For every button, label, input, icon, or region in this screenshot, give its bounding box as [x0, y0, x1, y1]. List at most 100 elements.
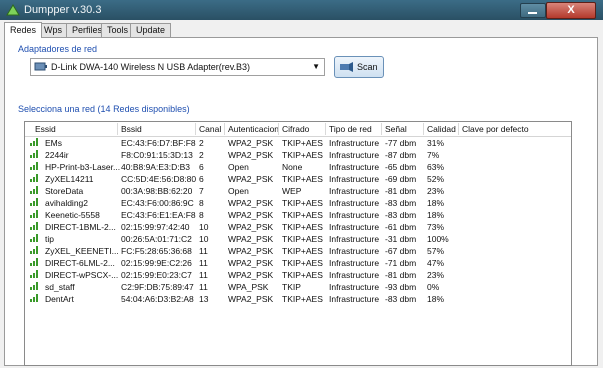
cell-auth: Open: [228, 162, 249, 172]
close-button[interactable]: X: [546, 2, 596, 19]
cell-senal: -81 dbm: [385, 270, 417, 280]
cell-canal: 2: [199, 138, 204, 148]
table-row[interactable]: StoreData 00:3A:98:BB:62:20 7 Open WEP I…: [25, 185, 571, 197]
window-title: Dumpper v.30.3: [24, 4, 102, 16]
col-cifrado[interactable]: Cifrado: [282, 124, 309, 134]
cell-cifrado: TKIP+AES: [282, 246, 323, 256]
cell-cifrado: TKIP+AES: [282, 210, 323, 220]
cell-tipo: Infrastructure: [329, 234, 380, 244]
cell-cifrado: TKIP+AES: [282, 294, 323, 304]
col-essid[interactable]: Essid: [35, 124, 56, 134]
signal-icon: [30, 294, 40, 302]
cell-bssid: 00:26:5A:01:71:C2: [121, 234, 192, 244]
scan-button[interactable]: Scan: [334, 56, 384, 78]
cell-calidad: 100%: [427, 234, 449, 244]
cell-senal: -69 dbm: [385, 174, 417, 184]
table-row[interactable]: DIRECT-wPSCX-... 02:15:99:E0:23:C7 11 WP…: [25, 269, 571, 281]
networks-label: Selecciona una red (14 Redes disponibles…: [18, 104, 190, 114]
col-calidad[interactable]: Calidad: [427, 124, 456, 134]
table-row[interactable]: ZyXEL14211 CC:5D:4E:56:D8:80 6 WPA2_PSK …: [25, 173, 571, 185]
cell-tipo: Infrastructure: [329, 210, 380, 220]
cell-auth: WPA2_PSK: [228, 138, 274, 148]
signal-icon: [30, 186, 40, 194]
cell-senal: -71 dbm: [385, 258, 417, 268]
title-bar: Dumpper v.30.3 X: [0, 0, 603, 20]
cell-auth: WPA2_PSK: [228, 150, 274, 160]
minimize-button[interactable]: [520, 3, 546, 18]
cell-tipo: Infrastructure: [329, 162, 380, 172]
table-row[interactable]: HP-Print-b3-Laser... 40:B8:9A:E3:D:B3 6 …: [25, 161, 571, 173]
cell-essid: avihalding2: [45, 198, 89, 208]
cell-bssid: 40:B8:9A:E3:D:B3: [121, 162, 190, 172]
signal-icon: [30, 270, 40, 278]
cell-essid: Keenetic-5558: [45, 210, 100, 220]
cell-auth: WPA2_PSK: [228, 234, 274, 244]
cell-tipo: Infrastructure: [329, 198, 380, 208]
cell-senal: -61 dbm: [385, 222, 417, 232]
cell-canal: 8: [199, 198, 204, 208]
signal-icon: [30, 174, 40, 182]
table-row[interactable]: avihalding2 EC:43:F6:00:86:9C 8 WPA2_PSK…: [25, 197, 571, 209]
col-autenticacion[interactable]: Autenticacion: [228, 124, 279, 134]
cell-bssid: 00:3A:98:BB:62:20: [121, 186, 193, 196]
signal-icon: [30, 162, 40, 170]
cell-essid: tip: [45, 234, 54, 244]
table-row[interactable]: DIRECT-1BML-2... 02:15:99:97:42:40 10 WP…: [25, 221, 571, 233]
cell-canal: 6: [199, 162, 204, 172]
cell-canal: 11: [199, 270, 208, 280]
cell-auth: WPA2_PSK: [228, 210, 274, 220]
col-canal[interactable]: Canal: [199, 124, 221, 134]
cell-auth: WPA_PSK: [228, 282, 269, 292]
col-senal[interactable]: Señal: [385, 124, 407, 134]
signal-icon: [30, 246, 40, 254]
networks-table[interactable]: Essid Bssid Canal Autenticacion Cifrado …: [24, 121, 572, 366]
cell-bssid: 02:15:99:E0:23:C7: [121, 270, 192, 280]
col-tipo[interactable]: Tipo de red: [329, 124, 372, 134]
cell-senal: -81 dbm: [385, 186, 417, 196]
cell-auth: WPA2_PSK: [228, 246, 274, 256]
table-row[interactable]: 2244ir F8:C0:91:15:3D:13 2 WPA2_PSK TKIP…: [25, 149, 571, 161]
table-row[interactable]: Keenetic-5558 EC:43:F6:E1:EA:F8 8 WPA2_P…: [25, 209, 571, 221]
cell-auth: WPA2_PSK: [228, 258, 274, 268]
tab-update[interactable]: Update: [130, 23, 172, 37]
cell-essid: 2244ir: [45, 150, 69, 160]
cell-calidad: 23%: [427, 186, 445, 196]
cell-tipo: Infrastructure: [329, 138, 380, 148]
cell-senal: -93 dbm: [385, 282, 417, 292]
cell-bssid: FC:F5:28:65:36:68: [121, 246, 192, 256]
table-row[interactable]: ZyXEL_KEENETI... FC:F5:28:65:36:68 11 WP…: [25, 245, 571, 257]
cell-auth: WPA2_PSK: [228, 222, 274, 232]
cell-cifrado: TKIP+AES: [282, 150, 323, 160]
cell-cifrado: TKIP+AES: [282, 174, 323, 184]
cell-bssid: EC:43:F6:D7:BF:F8: [121, 138, 196, 148]
col-clave[interactable]: Clave por defecto: [462, 124, 529, 134]
cell-cifrado: None: [282, 162, 303, 172]
cell-bssid: F8:C0:91:15:3D:13: [121, 150, 193, 160]
chevron-down-icon: ▼: [312, 62, 320, 71]
adapter-selected-value: D-Link DWA-140 Wireless N USB Adapter(re…: [51, 62, 251, 72]
tab-redes[interactable]: Redes: [4, 22, 43, 38]
tab-wps[interactable]: Wps: [38, 23, 68, 37]
cell-essid: DIRECT-1BML-2...: [45, 222, 116, 232]
col-bssid[interactable]: Bssid: [121, 124, 142, 134]
cell-bssid: C2:9F:DB:75:89:47: [121, 282, 194, 292]
table-row[interactable]: sd_staff C2:9F:DB:75:89:47 11 WPA_PSK TK…: [25, 281, 571, 293]
signal-icon: [30, 210, 40, 218]
signal-icon: [30, 198, 40, 206]
adapter-dropdown[interactable]: D-Link DWA-140 Wireless N USB Adapter(re…: [30, 58, 325, 76]
cell-essid: HP-Print-b3-Laser...: [45, 162, 121, 172]
cell-calidad: 57%: [427, 246, 445, 256]
signal-icon: [30, 138, 40, 146]
cell-essid: DIRECT-6LML-2...: [45, 258, 115, 268]
table-row[interactable]: EMs EC:43:F6:D7:BF:F8 2 WPA2_PSK TKIP+AE…: [25, 137, 571, 149]
table-row[interactable]: DentArt 54:04:A6:D3:B2:A8 13 WPA2_PSK TK…: [25, 293, 571, 305]
table-row[interactable]: DIRECT-6LML-2... 02:15:99:9E:C2:26 11 WP…: [25, 257, 571, 269]
cell-canal: 11: [199, 282, 208, 292]
table-row[interactable]: tip 00:26:5A:01:71:C2 10 WPA2_PSK TKIP+A…: [25, 233, 571, 245]
cell-tipo: Infrastructure: [329, 186, 380, 196]
cell-senal: -77 dbm: [385, 138, 417, 148]
cell-essid: EMs: [45, 138, 62, 148]
scan-icon: [340, 62, 353, 72]
cell-bssid: 02:15:99:9E:C2:26: [121, 258, 192, 268]
cell-canal: 10: [199, 222, 209, 232]
